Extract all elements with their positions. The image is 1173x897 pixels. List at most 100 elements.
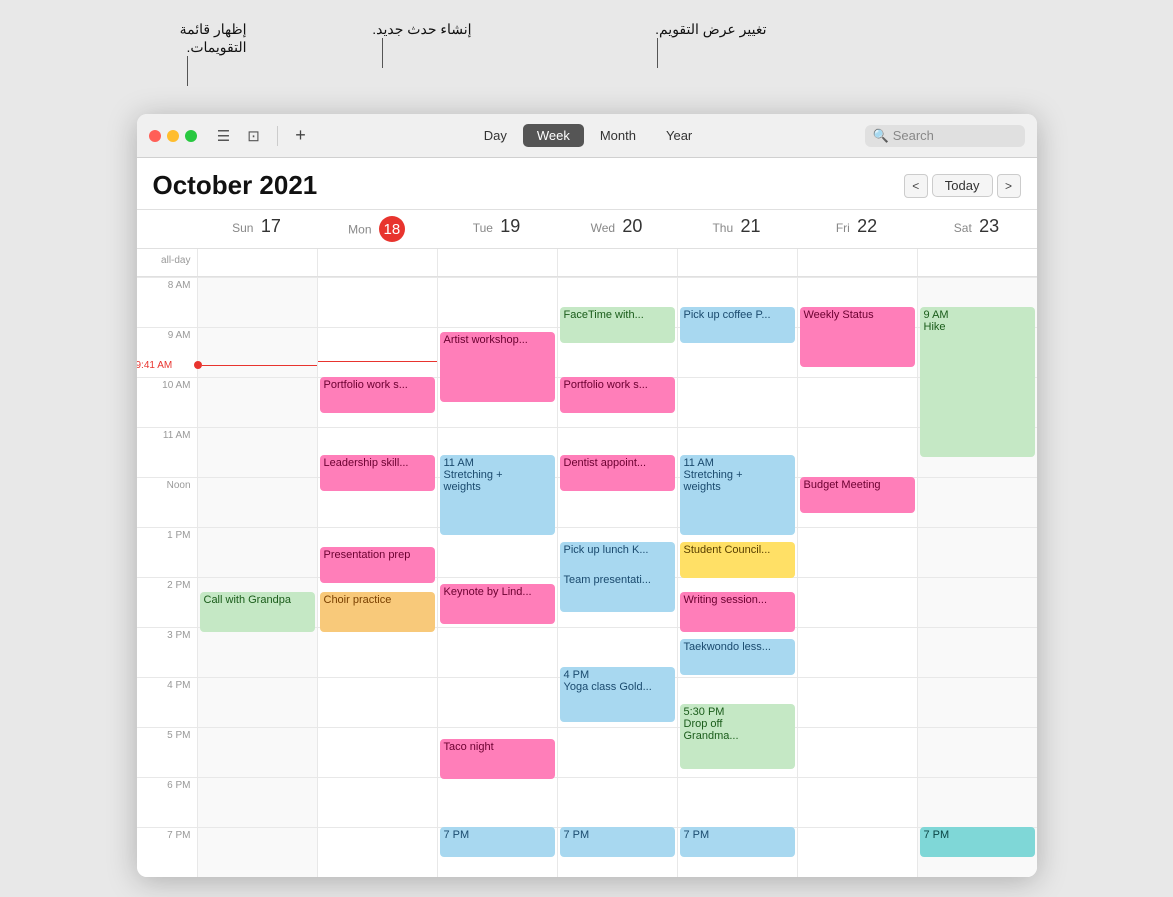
event-team-presentation[interactable]: Team presentati... [560, 572, 675, 612]
event-weekly-status[interactable]: Weekly Status [800, 307, 915, 367]
fullscreen-button[interactable] [185, 130, 197, 142]
view-month-button[interactable]: Month [586, 124, 650, 147]
event-portfolio-wed[interactable]: Portfolio work s... [560, 377, 675, 413]
event-dentist[interactable]: Dentist appoint... [560, 455, 675, 491]
event-7pm-sat[interactable]: 7 PM [920, 827, 1035, 857]
time-label-8am: 8 AM [137, 277, 197, 327]
search-placeholder: Search [893, 128, 934, 143]
time-label-2pm: 2 PM [137, 577, 197, 627]
event-stretching-tue[interactable]: 11 AMStretching +weights [440, 455, 555, 535]
add-event-icon[interactable]: + [290, 125, 312, 147]
event-presentation-prep[interactable]: Presentation prep [320, 547, 435, 583]
event-writing-session[interactable]: Writing session... [680, 592, 795, 632]
event-7pm-thu[interactable]: 7 PM [680, 827, 795, 857]
current-time-label: 9:41 AM [137, 360, 173, 371]
allday-mon [317, 249, 437, 276]
search-icon: 🔍 [873, 128, 889, 144]
day-columns: 9:41 AM Call with Grandpa Portfolio work… [197, 277, 1037, 877]
event-hike[interactable]: 9 AMHike [920, 307, 1035, 457]
day-col-mon: Portfolio work s... Leadership skill... … [317, 277, 437, 877]
event-7pm-wed[interactable]: 7 PM [560, 827, 675, 857]
day-header-fri: Fri 22 [797, 210, 917, 248]
close-button[interactable] [149, 130, 161, 142]
titlebar: ☰ ⊡ + Day Week Month Year 🔍 Search [137, 114, 1037, 158]
event-call-grandpa[interactable]: Call with Grandpa [200, 592, 315, 632]
allday-sun [197, 249, 317, 276]
day-header-mon: Mon 18 [317, 210, 437, 248]
time-label-5pm: 5 PM [137, 727, 197, 777]
day-num-18: 18 [379, 216, 405, 242]
allday-tue [437, 249, 557, 276]
calendar-window: ☰ ⊡ + Day Week Month Year 🔍 Search Octob… [137, 114, 1037, 877]
traffic-lights [149, 130, 197, 142]
day-num-22: 22 [857, 216, 877, 237]
calendar-list-icon[interactable]: ☰ [213, 125, 235, 147]
day-name-tue: Tue [473, 221, 493, 235]
calendar-header: October 2021 < Today > [137, 158, 1037, 210]
allday-thu [677, 249, 797, 276]
event-taekwondo[interactable]: Taekwondo less... [680, 639, 795, 675]
day-name-fri: Fri [836, 221, 850, 235]
event-portfolio-mon[interactable]: Portfolio work s... [320, 377, 435, 413]
event-keynote[interactable]: Keynote by Lind... [440, 584, 555, 624]
ann3: تغيير عرض التقويم. [567, 20, 767, 68]
day-col-sun: 9:41 AM Call with Grandpa [197, 277, 317, 877]
event-choir-practice[interactable]: Choir practice [320, 592, 435, 632]
event-stretching-thu[interactable]: 11 AMStretching +weights [680, 455, 795, 535]
day-name-wed: Wed [591, 221, 615, 235]
day-col-sat: 9 AMHike 7 PM [917, 277, 1037, 877]
current-time-indicator: 9:41 AM [198, 361, 317, 369]
ann1: إظهار قائمة التقويمات. [157, 20, 247, 86]
event-budget-meeting[interactable]: Budget Meeting [800, 477, 915, 513]
current-time-bar-mon [318, 361, 437, 362]
next-button[interactable]: > [997, 174, 1021, 198]
search-area: 🔍 Search [865, 125, 1025, 147]
day-num-17: 17 [261, 216, 281, 237]
annotation-area: إظهار قائمة التقويمات. إنشاء حدث جديد. ت… [137, 20, 1037, 110]
view-week-button[interactable]: Week [523, 124, 584, 147]
day-num-20: 20 [622, 216, 642, 237]
search-box[interactable]: 🔍 Search [865, 125, 1025, 147]
day-header-sun: Sun 17 [197, 210, 317, 248]
event-pickup-coffee[interactable]: Pick up coffee P... [680, 307, 795, 343]
allday-fri [797, 249, 917, 276]
day-header-wed: Wed 20 [557, 210, 677, 248]
today-button[interactable]: Today [932, 174, 993, 197]
prev-button[interactable]: < [904, 174, 928, 198]
allday-wed [557, 249, 677, 276]
day-col-fri: Weekly Status Budget Meeting [797, 277, 917, 877]
minimize-button[interactable] [167, 130, 179, 142]
event-7pm-tue[interactable]: 7 PM [440, 827, 555, 857]
day-header-tue: Tue 19 [437, 210, 557, 248]
view-year-button[interactable]: Year [652, 124, 706, 147]
current-time-line-mon [318, 361, 437, 362]
navigation-controls: < Today > [904, 174, 1021, 198]
event-student-council[interactable]: Student Council... [680, 542, 795, 578]
time-label-10am: 10 AM [137, 377, 197, 427]
view-switcher: Day Week Month Year [320, 124, 857, 147]
event-yoga[interactable]: 4 PMYoga class Gold... [560, 667, 675, 722]
current-time-dot [194, 361, 202, 369]
time-label-7pm: 7 PM [137, 827, 197, 877]
time-label-4pm: 4 PM [137, 677, 197, 727]
time-label-11am: 11 AM [137, 427, 197, 477]
event-leadership[interactable]: Leadership skill... [320, 455, 435, 491]
event-taco-night[interactable]: Taco night [440, 739, 555, 779]
current-time-bar [202, 365, 317, 366]
day-col-tue: Artist workshop... 11 AMStretching +weig… [437, 277, 557, 877]
event-facetime[interactable]: FaceTime with... [560, 307, 675, 343]
day-num-21: 21 [741, 216, 761, 237]
allday-label: all-day [137, 249, 197, 276]
day-header-sat: Sat 23 [917, 210, 1037, 248]
time-grid: 8 AM 9 AM 10 AM 11 AM Noon 1 PM 2 PM 3 P… [137, 277, 1037, 877]
event-drop-grandma[interactable]: 5:30 PMDrop offGrandma... [680, 704, 795, 769]
view-day-button[interactable]: Day [470, 124, 521, 147]
ann2: إنشاء حدث جديد. [332, 20, 472, 68]
day-num-23: 23 [979, 216, 999, 237]
day-name-sat: Sat [954, 221, 972, 235]
inbox-icon[interactable]: ⊡ [243, 125, 265, 147]
event-artist-workshop[interactable]: Artist workshop... [440, 332, 555, 402]
time-label-3pm: 3 PM [137, 627, 197, 677]
day-col-thu: Pick up coffee P... 11 AMStretching +wei… [677, 277, 797, 877]
day-header-thu: Thu 21 [677, 210, 797, 248]
